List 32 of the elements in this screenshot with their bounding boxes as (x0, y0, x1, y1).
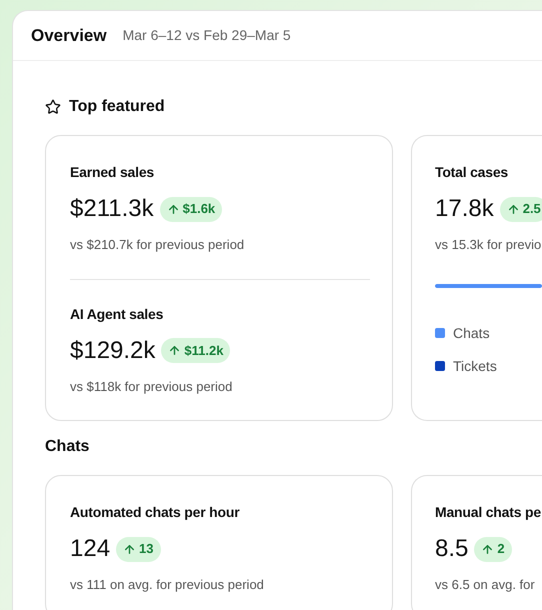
metric-value: 17.8k (435, 194, 494, 224)
star-icon (45, 99, 61, 115)
arrow-up-icon (506, 202, 520, 216)
comparison-text: vs 6.5 on avg. for (435, 576, 536, 594)
arrow-up-icon (168, 344, 182, 357)
comparison-text: vs 15.3k for previo (435, 236, 542, 254)
change-badge: 2 (474, 536, 512, 562)
change-badge: $11.2k (161, 338, 230, 363)
metric-label: Earned sales (70, 163, 155, 182)
metric-value: 124 (70, 534, 110, 564)
arrow-up-icon (166, 202, 180, 216)
section-title: Chats (45, 437, 90, 457)
metric-label: Automated chats per hour (70, 503, 240, 522)
legend-label: Tickets (453, 356, 497, 376)
metric-label: AI Agent sales (70, 304, 164, 324)
page-title: Overview (31, 24, 107, 47)
metric-label: Manual chats pe (435, 503, 542, 522)
metric-value: $129.2k (70, 336, 156, 366)
arrow-up-icon (123, 542, 136, 556)
metric-value: $211.3k (70, 194, 154, 224)
comparison-text: vs $118k for previous period (70, 378, 234, 396)
date-range: Mar 6–12 vs Feb 29–Mar 5 (122, 26, 291, 45)
arrow-up-icon (481, 542, 494, 556)
metric-value: 8.5 (435, 534, 468, 564)
section-title: Top featured (69, 97, 165, 117)
comparison-text: vs 111 on avg. for previous period (70, 576, 265, 594)
change-badge: 13 (116, 536, 161, 562)
comparison-text: vs $210.7k for previous period (70, 236, 246, 254)
change-badge: 2.5 (500, 196, 542, 222)
legend-label: Chats (453, 324, 490, 342)
metric-label: Total cases (435, 163, 510, 182)
change-badge: $1.6k (160, 196, 222, 222)
